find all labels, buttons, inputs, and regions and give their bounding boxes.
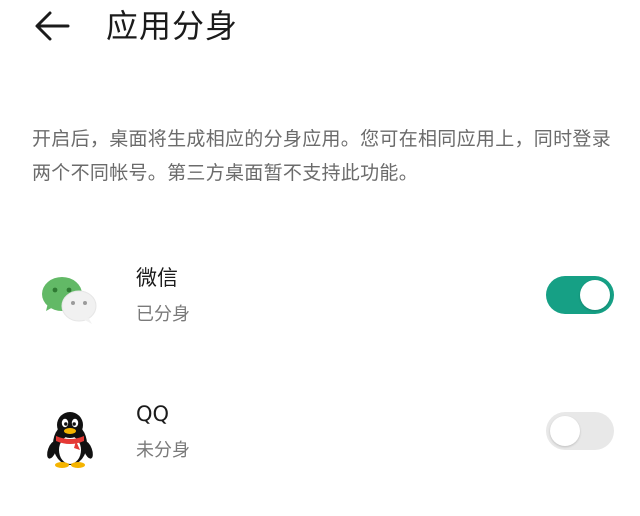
- app-name-wechat: 微信: [136, 266, 178, 290]
- qq-clone-toggle[interactable]: [546, 412, 614, 450]
- description-text: 开启后，桌面将生成相应的分身应用。您可在相同应用上，同时登录两个不同帐号。第三方…: [32, 128, 612, 184]
- app-row-wechat[interactable]: 微信 已分身: [0, 252, 640, 352]
- header: 应用分身: [0, 0, 640, 60]
- wechat-icon: [38, 270, 102, 334]
- wechat-clone-toggle[interactable]: [546, 276, 614, 314]
- app-status-wechat: 已分身: [136, 304, 190, 325]
- app-row-qq[interactable]: QQ 未分身: [0, 388, 640, 488]
- app-status-qq: 未分身: [136, 440, 190, 461]
- toggle-knob: [550, 416, 580, 446]
- app-name-qq: QQ: [136, 402, 170, 426]
- toggle-knob: [580, 280, 610, 310]
- back-button[interactable]: [28, 6, 76, 46]
- app-clone-settings-page: 应用分身 开启后，桌面将生成相应的分身应用。您可在相同应用上，同时登录两个不同帐…: [0, 0, 640, 516]
- page-title: 应用分身: [106, 7, 239, 45]
- qq-penguin-icon: [38, 406, 102, 470]
- arrow-left-icon: [35, 11, 70, 41]
